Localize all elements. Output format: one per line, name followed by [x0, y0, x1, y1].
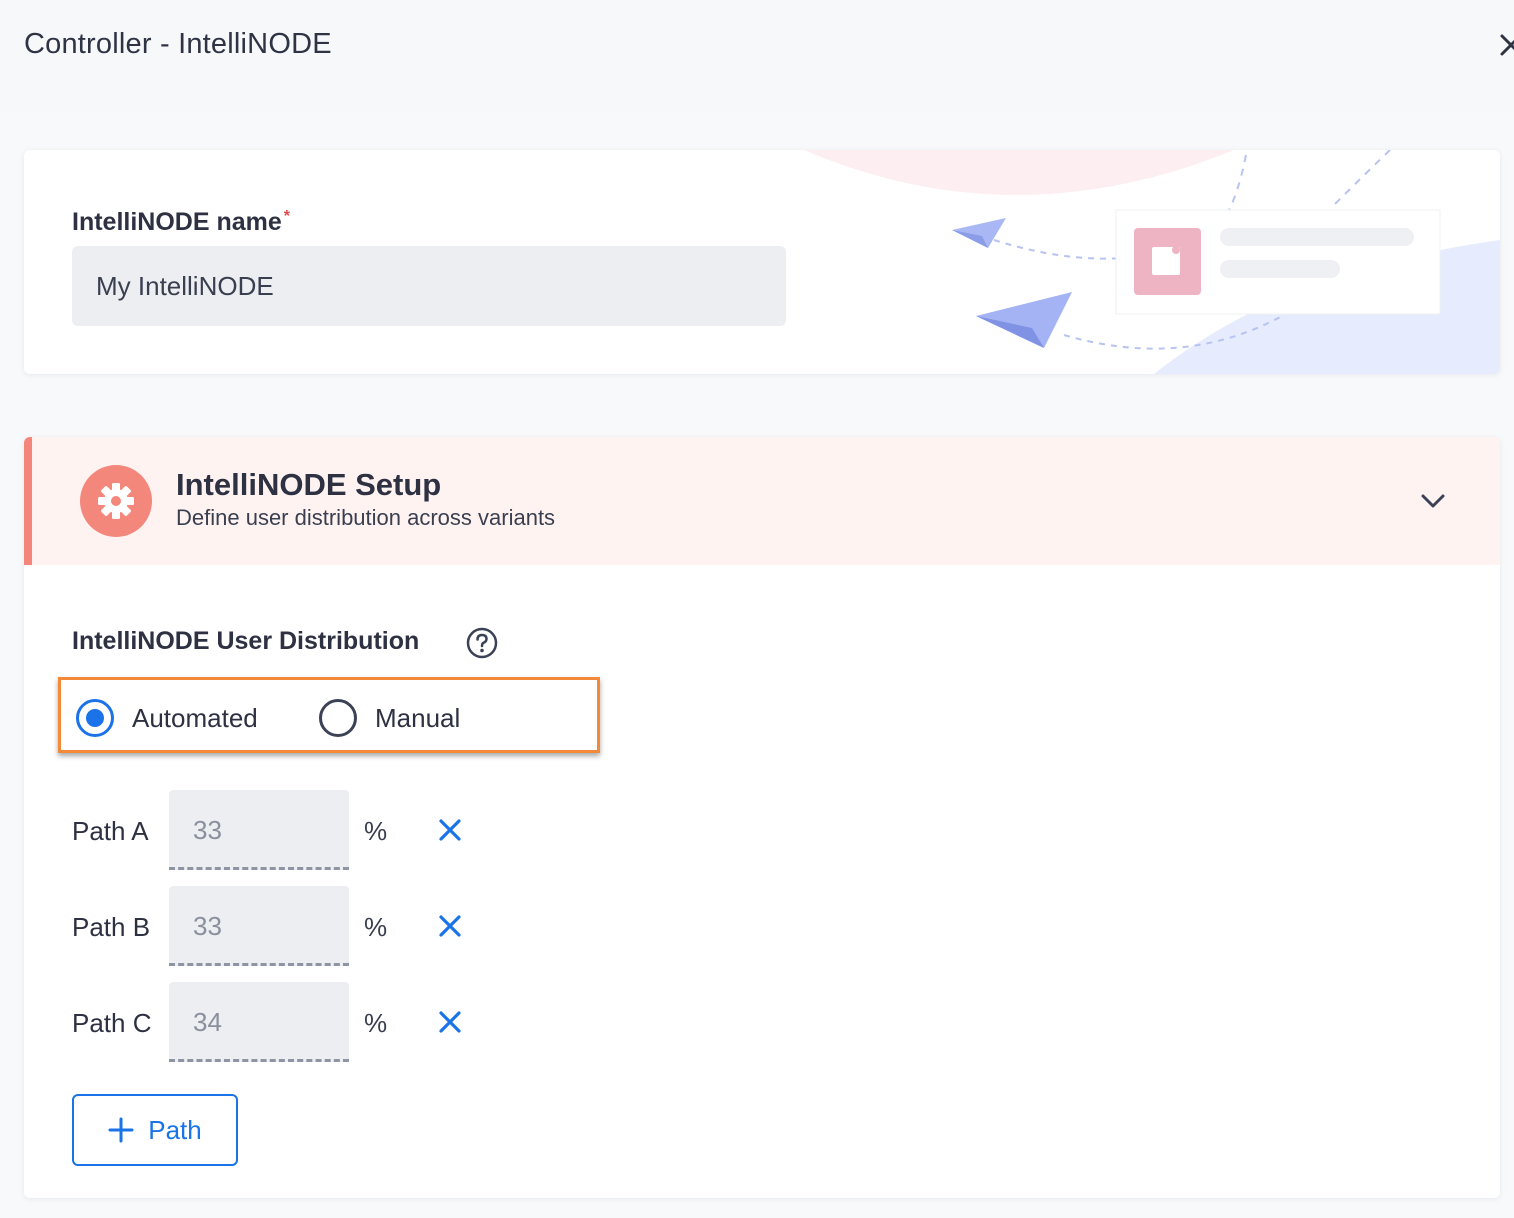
- path-a-unit: %: [364, 816, 388, 846]
- path-row-c: Path C %: [72, 982, 552, 1062]
- required-mark: *: [283, 208, 290, 225]
- setup-subtitle: Define user distribution across variants: [176, 505, 556, 530]
- setup-section-header[interactable]: IntelliNODE Setup Define user distributi…: [24, 437, 1500, 565]
- name-label: IntelliNODE name *: [72, 208, 290, 236]
- setup-title: IntelliNODE Setup: [176, 467, 442, 502]
- path-b-input[interactable]: [169, 886, 349, 966]
- radio-manual-circle[interactable]: [319, 699, 357, 737]
- path-c-input[interactable]: [169, 982, 349, 1062]
- path-c-unit: %: [364, 1008, 388, 1038]
- radio-automated-circle[interactable]: [76, 699, 114, 737]
- name-card: IntelliNODE name *: [24, 150, 1500, 374]
- path-row-b: Path B %: [72, 886, 552, 966]
- path-a-label: Path A: [72, 816, 149, 846]
- path-b-label: Path B: [72, 912, 151, 942]
- setup-card: IntelliNODE Setup Define user distributi…: [24, 437, 1500, 1198]
- gear-icon: [80, 465, 152, 537]
- path-b-unit: %: [364, 912, 388, 942]
- path-row-a: Path A %: [72, 790, 552, 870]
- remove-path-c-icon[interactable]: [436, 1008, 464, 1036]
- dialog-title: Controller - IntelliNODE: [24, 28, 332, 60]
- plus-icon: [108, 1117, 134, 1143]
- radio-automated-label: Automated: [132, 702, 258, 733]
- radio-automated[interactable]: Automated: [76, 698, 258, 738]
- distribution-mode-group: Automated Manual: [58, 677, 600, 753]
- add-path-label: Path: [148, 1114, 202, 1145]
- intellinode-name-input[interactable]: [72, 246, 786, 326]
- distribution-label: IntelliNODE User Distribution: [72, 627, 420, 655]
- remove-path-a-icon[interactable]: [436, 816, 464, 844]
- radio-manual-label: Manual: [375, 702, 461, 733]
- remove-path-b-icon[interactable]: [436, 912, 464, 940]
- close-icon[interactable]: [1496, 30, 1514, 60]
- dialog-header: Controller - IntelliNODE: [0, 0, 1514, 112]
- chevron-down-icon[interactable]: [1418, 489, 1448, 513]
- path-c-label: Path C: [72, 1008, 152, 1038]
- add-path-button[interactable]: Path: [72, 1094, 238, 1166]
- question-circle-icon[interactable]: [466, 627, 498, 659]
- path-a-input[interactable]: [169, 790, 349, 870]
- radio-manual[interactable]: Manual: [319, 698, 460, 738]
